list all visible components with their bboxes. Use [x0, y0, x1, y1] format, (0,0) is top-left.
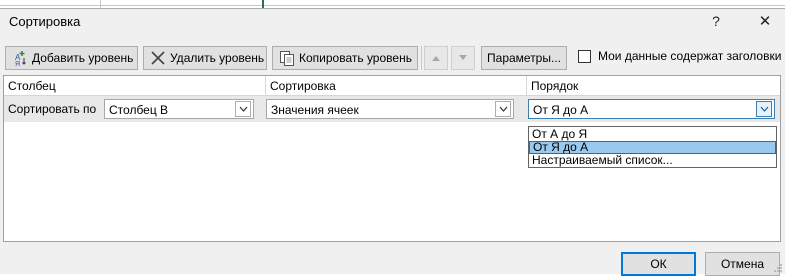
move-down-button[interactable]: [451, 46, 475, 70]
column-select[interactable]: Столбец B: [104, 99, 254, 119]
column-header: Столбец: [4, 76, 266, 96]
delete-level-button[interactable]: Удалить уровень: [143, 46, 267, 70]
close-button[interactable]: ✕: [751, 9, 779, 33]
has-headers-option[interactable]: Мои данные содержат заголовки: [578, 49, 781, 63]
copy-level-button[interactable]: Копировать уровень: [272, 46, 418, 70]
options-label: Параметры...: [487, 51, 561, 65]
sort-dialog: Сортировка ? ✕ A Я Добавить уровень Удал…: [0, 8, 785, 276]
sheet-selection-edge: [262, 0, 264, 8]
add-level-button[interactable]: A Я Добавить уровень: [5, 46, 138, 70]
delete-icon: [150, 50, 166, 66]
help-button[interactable]: ?: [702, 9, 730, 33]
sheet-gridline: [100, 0, 101, 8]
sheet-gridline: [0, 5, 785, 6]
add-level-icon: A Я: [12, 50, 28, 66]
dialog-title: Сортировка: [9, 14, 81, 29]
chevron-down-icon[interactable]: [235, 101, 251, 117]
chevron-down-icon[interactable]: [756, 101, 772, 117]
sort-levels-grid: Столбец Сортировка Порядок Сортировать п…: [3, 75, 781, 242]
add-level-label: Добавить уровень: [32, 51, 134, 65]
copy-level-label: Копировать уровень: [299, 51, 412, 65]
sort-on-select-value: Значения ячеек: [271, 103, 359, 117]
order-header: Порядок: [527, 76, 780, 96]
sort-level-row[interactable]: Сортировать по Столбец B Значения ячеек …: [4, 96, 780, 122]
order-select-value: От Я до А: [533, 103, 589, 117]
sort-on-header: Сортировка: [266, 76, 527, 96]
resize-grip-icon[interactable]: [773, 262, 783, 272]
has-headers-checkbox[interactable]: [578, 49, 591, 63]
arrow-up-icon: [431, 51, 441, 65]
chevron-down-icon[interactable]: [495, 101, 511, 117]
delete-level-label: Удалить уровень: [170, 51, 265, 65]
column-select-value: Столбец B: [109, 103, 169, 117]
arrow-down-icon: [458, 51, 468, 65]
spreadsheet-backdrop: [0, 0, 785, 8]
order-select[interactable]: От Я до А: [528, 99, 775, 119]
options-button[interactable]: Параметры...: [481, 46, 567, 70]
order-option[interactable]: Настраиваемый список...: [529, 154, 776, 167]
svg-text:Я: Я: [15, 61, 20, 66]
toolbar-separator: [421, 46, 422, 70]
sort-on-select[interactable]: Значения ячеек: [266, 99, 514, 119]
sort-by-label: Сортировать по: [8, 102, 97, 116]
has-headers-label: Мои данные содержат заголовки: [598, 49, 782, 63]
move-up-button[interactable]: [424, 46, 448, 70]
order-dropdown-list: От А до Я От Я до А Настраиваемый список…: [528, 126, 777, 168]
ok-button[interactable]: ОК: [621, 252, 696, 276]
cancel-button[interactable]: Отмена: [705, 252, 780, 276]
copy-icon: [279, 50, 295, 66]
